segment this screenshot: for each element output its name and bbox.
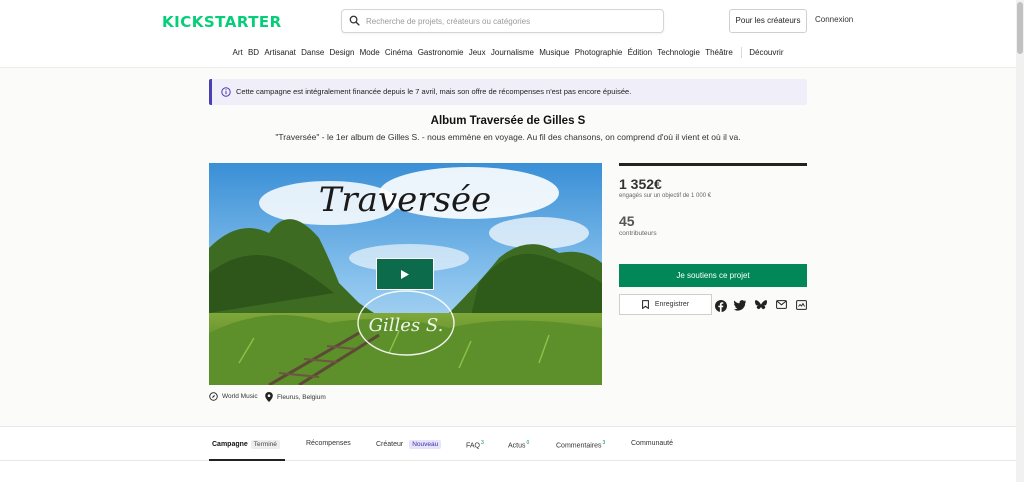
actus-count: 0 [526,440,530,446]
project-hero: Cette campagne est intégralement financé… [0,68,1016,426]
compass-icon [209,392,218,401]
tab-createur-label: Créateur [376,441,404,448]
tab-createur[interactable]: Créateur Nouveau [376,440,442,449]
tab-commentaires[interactable]: Commentaires3 [556,440,605,449]
category-journalisme[interactable]: Journalisme [491,48,534,57]
category-edition[interactable]: Édition [628,48,652,57]
category-bd[interactable]: BD [248,48,259,57]
nav-divider [740,47,742,58]
category-mode[interactable]: Mode [360,48,380,57]
location-label: Fleurus, Belgium [277,393,326,401]
tab-campagne-label: Campagne [212,441,248,448]
discover-link[interactable]: Découvrir [749,48,783,57]
save-label: Enregistrer [654,301,690,308]
category-musique[interactable]: Musique [539,48,569,57]
project-tabs: Campagne Terminé Récompenses Créateur Nouv… [0,426,1016,461]
category-technologie[interactable]: Technologie [657,48,700,57]
kickstarter-logo[interactable]: KICKSTARTER [162,13,282,31]
play-icon [401,269,409,279]
funding-progress-bar [619,163,807,166]
tab-actus-label: Actus [508,442,526,450]
faq-count: 3 [481,440,484,446]
video-signature-text: Gilles S. [369,315,444,336]
pledged-amount: 1 352€ [619,176,662,192]
category-jeux[interactable]: Jeux [469,48,486,57]
comments-count: 3 [602,440,606,446]
category-nav: Art BD Artisanat Danse Design Mode Ciném… [0,47,1016,61]
status-badge: Terminé [250,440,280,449]
category-cinema[interactable]: Cinéma [385,48,413,57]
backers-label: contributeurs [619,230,657,237]
category-gastronomie[interactable]: Gastronomie [418,48,464,57]
login-link[interactable]: Connexion [815,15,853,24]
new-badge: Nouveau [409,440,442,449]
twitter-icon[interactable] [734,300,746,311]
scrollbar-thumb[interactable] [1017,2,1023,54]
tab-commentaires-label: Commentaires [556,442,602,450]
page-scrollbar[interactable] [1016,0,1024,482]
video-title-text: Traversée [319,180,491,220]
tab-campagne[interactable]: Campagne Terminé [212,440,280,449]
back-project-button[interactable]: Je soutiens ce projet [619,264,807,287]
project-title: Album Traversée de Gilles S [430,115,586,127]
search-icon [349,15,360,26]
info-icon [221,87,231,97]
active-tab-indicator [209,459,285,461]
play-button[interactable] [376,258,434,290]
tab-faq-label: FAQ [466,442,481,450]
for-creators-button[interactable]: Pour les créateurs [729,9,807,33]
save-button[interactable]: Enregistrer [619,294,712,315]
tab-recompenses-label: Récompenses [306,440,351,447]
category-art[interactable]: Art [233,48,243,57]
category-photographie[interactable]: Photographie [575,48,623,57]
category-design[interactable]: Design [330,48,355,57]
search-box[interactable] [341,9,664,33]
project-video[interactable]: Traversée Gilles S. [209,163,602,385]
tab-communaute-label: Communauté [631,440,674,447]
embed-icon[interactable] [796,300,807,310]
site-header: KICKSTARTER Pour les créateurs Connexion… [0,0,1016,68]
tab-faq[interactable]: FAQ3 [466,440,484,449]
funding-progress-fill [619,163,807,166]
location-pin-icon [265,392,273,402]
notice-text: Cette campagne est intégralement financé… [236,87,632,96]
funded-notice: Cette campagne est intégralement financé… [209,79,807,105]
facebook-icon[interactable] [715,300,727,312]
tab-communaute[interactable]: Communauté [631,440,673,447]
tab-recompenses[interactable]: Récompenses [306,440,351,447]
email-icon[interactable] [776,300,787,309]
search-input[interactable] [366,13,656,29]
goal-text: engagés sur un objectif de 1 000 € [619,193,712,199]
category-theatre[interactable]: Théâtre [705,48,733,57]
category-label: World Music [222,393,258,400]
backers-count: 45 [619,213,635,229]
bookmark-icon [641,300,649,309]
project-subtitle: "Traversée" - le 1er album de Gilles S. … [275,132,741,142]
project-category[interactable]: World Music [209,392,258,401]
funding-panel: 1 352€ engagés sur un objectif de 1 000 … [619,163,807,237]
bluesky-icon[interactable] [755,300,767,311]
category-artisanat[interactable]: Artisanat [264,48,296,57]
tab-actus[interactable]: Actus0 [508,440,529,449]
category-danse[interactable]: Danse [301,48,324,57]
project-location[interactable]: Fleurus, Belgium [265,392,326,402]
